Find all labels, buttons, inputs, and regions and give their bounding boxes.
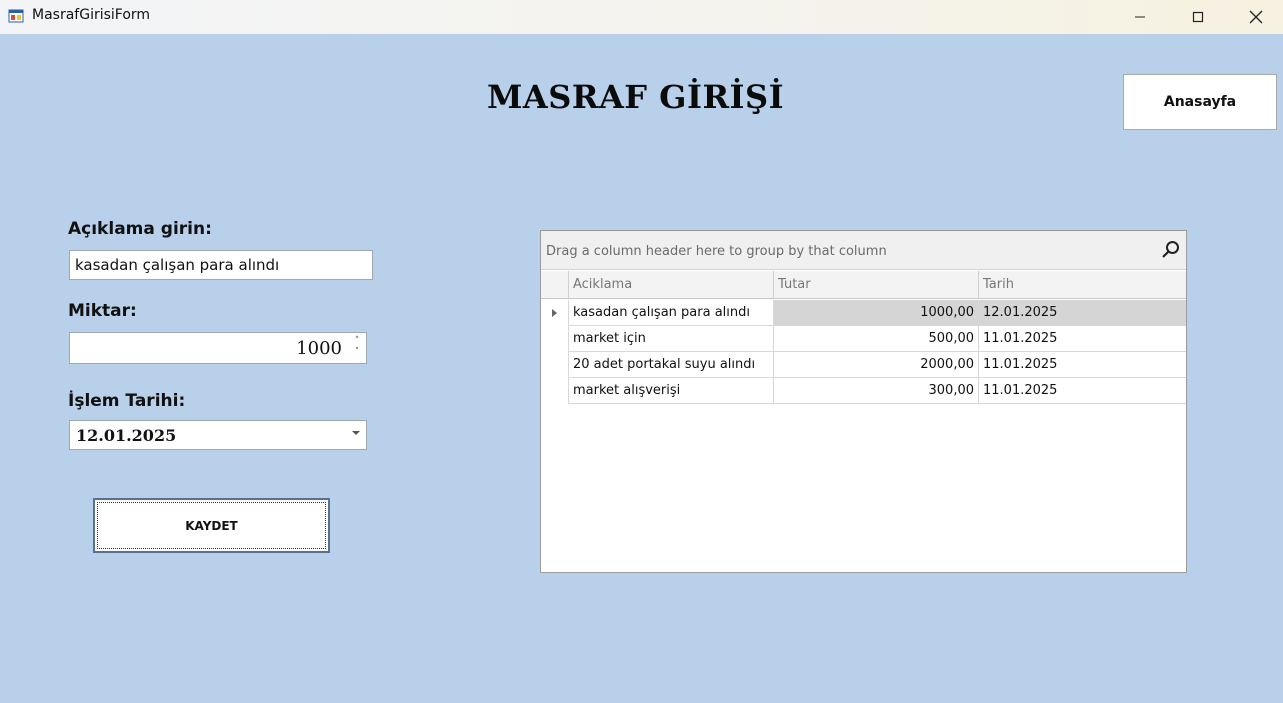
table-row[interactable]: market için 500,00 11.01.2025 [541, 326, 1186, 352]
cell-tarih[interactable]: 11.01.2025 [979, 378, 1186, 404]
group-panel[interactable]: Drag a column header here to group by th… [541, 231, 1186, 270]
column-header-tutar[interactable]: Tutar [774, 271, 979, 299]
save-button[interactable]: KAYDET [93, 498, 330, 553]
amount-value: 1000 [296, 338, 342, 359]
close-button[interactable] [1227, 0, 1283, 34]
cell-tarih[interactable]: 11.01.2025 [979, 352, 1186, 378]
row-indicator[interactable] [541, 378, 569, 404]
row-indicator[interactable] [541, 300, 569, 326]
table-row[interactable]: 20 adet portakal suyu alındı 2000,00 11.… [541, 352, 1186, 378]
row-indicator-header [541, 271, 569, 299]
cell-tutar[interactable]: 300,00 [774, 378, 979, 404]
maximize-icon [1192, 11, 1204, 23]
dropdown-arrow-icon[interactable] [352, 431, 360, 435]
date-label: İşlem Tarihi: [68, 391, 186, 411]
column-header-aciklama[interactable]: Aciklama [569, 271, 774, 299]
stepper-arrows[interactable]: ˄ ˅ [352, 336, 362, 360]
column-header-tarih[interactable]: Tarih [979, 271, 1186, 299]
home-button[interactable]: Anasayfa [1123, 74, 1277, 130]
expense-grid[interactable]: Drag a column header here to group by th… [540, 230, 1187, 573]
window-title: MasrafGirisiForm [32, 7, 151, 23]
stepper-down-icon[interactable]: ˅ [352, 347, 362, 358]
minimize-icon [1135, 16, 1145, 18]
form-client-area: MASRAF GİRİŞİ Anasayfa Açıklama girin: k… [0, 34, 1283, 703]
stepper-up-icon[interactable]: ˄ [352, 336, 362, 347]
minimize-button[interactable] [1111, 0, 1169, 34]
cell-aciklama[interactable]: 20 adet portakal suyu alındı [569, 352, 774, 378]
cell-aciklama[interactable]: market için [569, 326, 774, 352]
row-indicator[interactable] [541, 352, 569, 378]
cell-tarih[interactable]: 12.01.2025 [979, 300, 1186, 326]
cell-aciklama[interactable]: kasadan çalışan para alındı [569, 300, 774, 326]
page-title: MASRAF GİRİŞİ [487, 78, 785, 116]
row-indicator[interactable] [541, 326, 569, 352]
table-row[interactable]: market alışverişi 300,00 11.01.2025 [541, 378, 1186, 404]
row-pointer-icon [552, 309, 557, 317]
cell-tarih[interactable]: 11.01.2025 [979, 326, 1186, 352]
close-icon [1249, 10, 1263, 24]
amount-label: Miktar: [68, 301, 137, 321]
maximize-button[interactable] [1169, 0, 1227, 34]
amount-stepper[interactable]: 1000 ˄ ˅ [69, 332, 367, 364]
description-label: Açıklama girin: [68, 219, 212, 239]
cell-tutar[interactable]: 500,00 [774, 326, 979, 352]
search-icon[interactable] [1160, 239, 1182, 261]
cell-tutar[interactable]: 1000,00 [774, 300, 979, 326]
date-picker[interactable]: 12.01.2025 [69, 420, 367, 450]
app-icon [8, 9, 24, 23]
table-row[interactable]: kasadan çalışan para alındı 1000,00 12.0… [541, 300, 1186, 326]
cell-aciklama[interactable]: market alışverişi [569, 378, 774, 404]
group-panel-hint: Drag a column header here to group by th… [546, 244, 887, 259]
window-title-bar: MasrafGirisiForm [0, 0, 1283, 34]
cell-tutar[interactable]: 2000,00 [774, 352, 979, 378]
date-value: 12.01.2025 [76, 426, 177, 445]
description-input[interactable]: kasadan çalışan para alındı [69, 250, 373, 280]
